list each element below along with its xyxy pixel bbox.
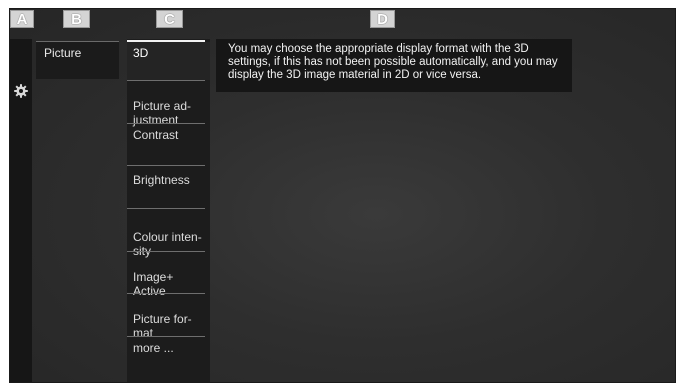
icon-column [10, 39, 32, 382]
menu-item-picture[interactable]: Picture [36, 41, 119, 79]
submenu-item-label: more ... [133, 341, 174, 355]
tv-menu-screen: A B C D Picture 3D Picture ad- justment … [9, 8, 676, 383]
column-label-b: B [63, 10, 90, 28]
submenu-item-image-plus-active[interactable]: Image+ Active [127, 252, 210, 298]
info-text: You may choose the appropriate display f… [228, 43, 558, 81]
info-panel: You may choose the appropriate display f… [216, 39, 572, 92]
gear-icon[interactable] [13, 83, 29, 99]
column-label-d: D [370, 10, 395, 28]
submenu-item-label: Contrast [133, 128, 179, 142]
submenu-item-3d[interactable]: 3D [127, 42, 210, 80]
column-label-a: A [10, 10, 34, 28]
submenu-item-brightness[interactable]: Brightness [127, 166, 210, 208]
submenu-item-more[interactable]: more ... [127, 337, 210, 379]
submenu-column: 3D Picture ad- justment Contrast Brightn… [127, 39, 210, 382]
column-label-c: C [156, 10, 183, 28]
submenu-item-picture-format[interactable]: Picture for- mat [127, 294, 210, 340]
submenu-item-picture-adjustment[interactable]: Picture ad- justment [127, 81, 210, 127]
submenu-item-colour-intensity[interactable]: Colour inten- sity [127, 209, 210, 258]
submenu-item-label: Brightness [133, 173, 190, 187]
submenu-item-contrast[interactable]: Contrast [127, 124, 210, 166]
menu-item-picture-label: Picture [44, 46, 82, 60]
submenu-item-label: 3D [133, 46, 149, 60]
